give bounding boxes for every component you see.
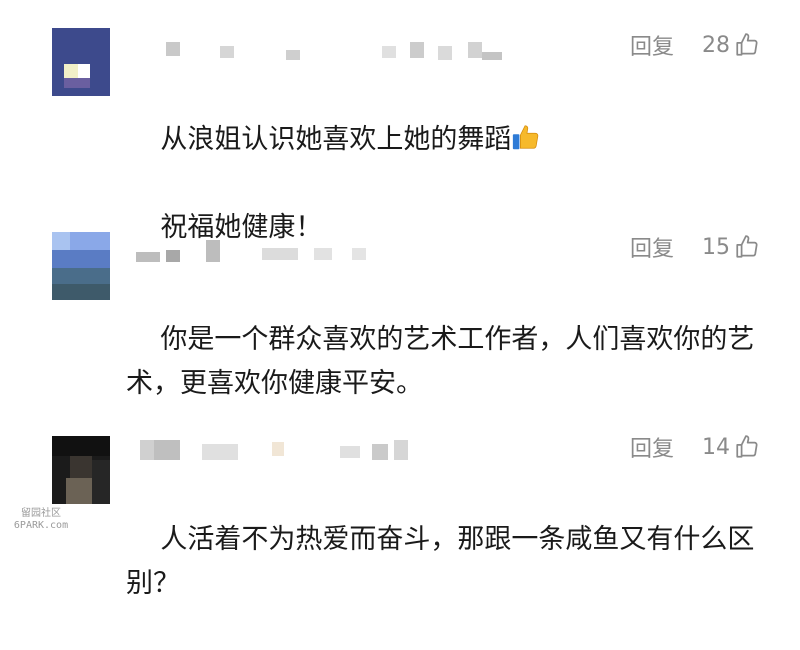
watermark-line: 6PARK.com: [13, 520, 69, 531]
username-blurred[interactable]: [126, 436, 546, 470]
thumbs-up-emoji-icon: [513, 125, 539, 150]
like-count: 15: [702, 234, 730, 260]
reply-button[interactable]: 回复: [630, 431, 674, 463]
thumbs-up-outline-icon: [736, 235, 758, 258]
username-blurred[interactable]: [126, 36, 546, 70]
comment-text: 你是一个群众喜欢的艺术工作者，人们喜欢你的艺术，更喜欢你健康平安。: [126, 274, 766, 450]
comment-actions: 回复 28: [630, 28, 760, 62]
comment-actions: 回复 15: [630, 230, 760, 264]
avatar[interactable]: [52, 28, 110, 96]
comment-text-line: 你是一个群众喜欢的艺术工作者，人们喜欢你的艺术，更喜欢你健康平安。: [126, 324, 755, 399]
reply-button[interactable]: 回复: [630, 231, 674, 263]
comment-actions: 回复 14: [630, 430, 760, 464]
comment-text-line: 从浪姐认识她喜欢上她的舞蹈: [160, 124, 512, 155]
like-button[interactable]: [734, 234, 760, 260]
username-blurred[interactable]: [126, 236, 546, 270]
like-count: 14: [702, 434, 730, 460]
avatar[interactable]: [52, 436, 110, 504]
reply-button[interactable]: 回复: [630, 29, 674, 61]
avatar[interactable]: [52, 232, 110, 300]
comment-text-line: 人活着不为热爱而奋斗，那跟一条咸鱼又有什么区别？: [126, 524, 755, 599]
like-count: 28: [702, 32, 730, 58]
watermark-line: 留园社区: [21, 508, 61, 519]
thumbs-up-outline-icon: [736, 435, 758, 458]
site-watermark: 留园社区 6PARK.com: [6, 508, 76, 532]
like-button[interactable]: [734, 434, 760, 460]
comment-text: 人活着不为热爱而奋斗，那跟一条咸鱼又有什么区别？: [126, 474, 766, 650]
thumbs-up-outline-icon: [736, 33, 758, 56]
like-button[interactable]: [734, 32, 760, 58]
